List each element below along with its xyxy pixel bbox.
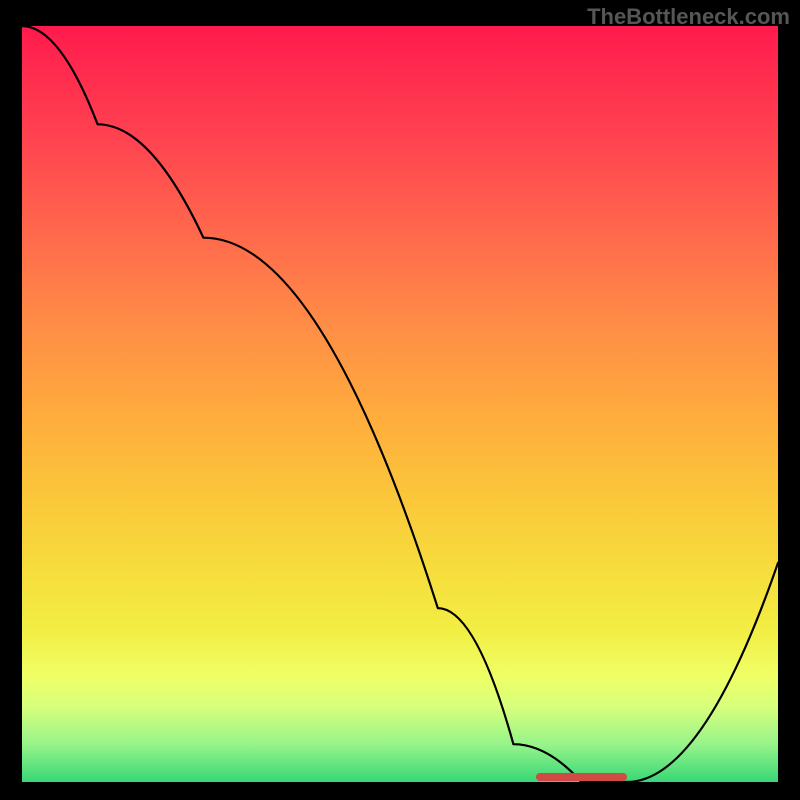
bottleneck-curve — [22, 26, 778, 782]
minimum-marker — [536, 773, 627, 781]
curve-path — [22, 26, 778, 782]
chart-frame: TheBottleneck.com — [0, 0, 800, 800]
plot-area — [22, 26, 778, 782]
watermark-text: TheBottleneck.com — [587, 4, 790, 30]
